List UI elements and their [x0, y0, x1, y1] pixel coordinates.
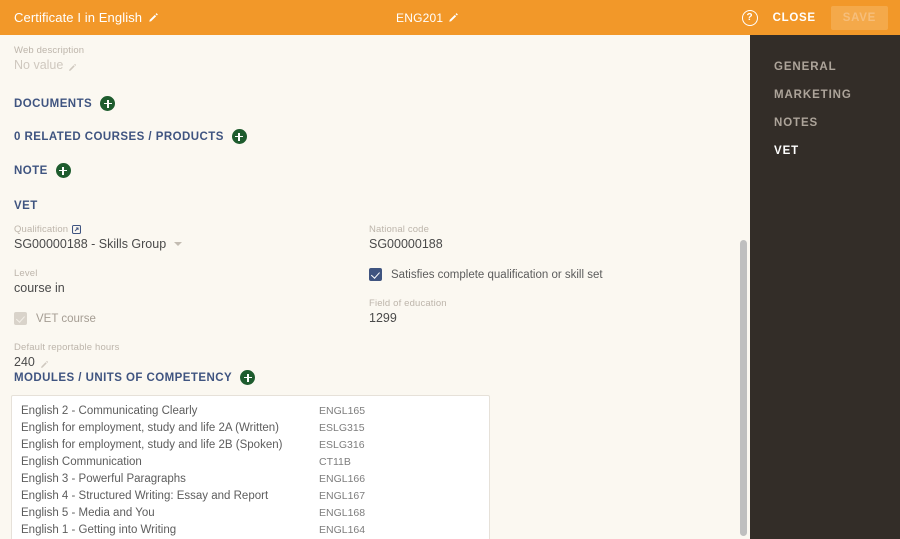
modules-heading: MODULES / UNITS OF COMPETENCY	[14, 371, 233, 384]
module-code: ENGL166	[319, 472, 366, 485]
module-name: English 5 - Media and You	[21, 506, 155, 519]
web-description-value-row[interactable]: No value	[14, 58, 750, 72]
module-name: English 1 - Getting into Writing	[21, 523, 177, 536]
course-code-group[interactable]: ENG201	[396, 11, 459, 25]
field-of-education-value: 1299	[369, 311, 397, 325]
default-reportable-hours-label: Default reportable hours	[14, 342, 120, 353]
vet-heading: VET	[14, 200, 38, 212]
page-title: Certificate I in English	[14, 10, 143, 25]
satisfies-qualification-checkbox[interactable]	[369, 268, 382, 281]
qualification-field[interactable]: Qualification SG00000188 - Skills Group	[14, 224, 354, 251]
level-field[interactable]: Level course in	[14, 268, 354, 295]
related-courses-heading: 0 RELATED COURSES / PRODUCTS	[14, 130, 224, 143]
course-code: ENG201	[396, 10, 444, 25]
vet-section-header: VET	[0, 200, 750, 212]
vet-fields-grid: Qualification SG00000188 - Skills Group	[0, 224, 750, 369]
national-code-field[interactable]: National code SG00000188	[369, 224, 709, 251]
national-code-value: SG00000188	[369, 237, 443, 251]
external-link-icon[interactable]	[72, 225, 82, 234]
add-document-button[interactable]	[100, 96, 116, 111]
web-description-label: Web description	[14, 45, 85, 56]
qualification-value: SG00000188 - Skills Group	[14, 237, 167, 251]
note-heading: NOTE	[14, 164, 48, 177]
module-code: ENGL167	[319, 489, 366, 502]
default-reportable-hours-value-row[interactable]: 240	[14, 355, 354, 369]
module-code: CT11B	[319, 455, 351, 468]
module-name: English 3 - Powerful Paragraphs	[21, 472, 186, 485]
edit-pencil-icon[interactable]	[448, 12, 459, 23]
header-actions: ? CLOSE SAVE	[741, 5, 888, 30]
vet-course-label: VET course	[36, 312, 96, 325]
module-code: ENGL164	[319, 523, 366, 536]
add-module-button[interactable]	[240, 370, 256, 385]
vet-left-column: Qualification SG00000188 - Skills Group	[14, 224, 354, 369]
edit-pencil-icon[interactable]	[148, 12, 159, 23]
sidebar-item-marketing[interactable]: MARKETING	[750, 81, 900, 109]
level-value: course in	[14, 281, 65, 295]
national-code-label: National code	[369, 224, 430, 235]
list-item[interactable]: English 3 - Powerful Paragraphs ENGL166	[12, 470, 489, 487]
web-description-field[interactable]: Web description No value	[0, 45, 750, 72]
module-name: English for employment, study and life 2…	[21, 438, 283, 451]
edit-pencil-icon[interactable]	[68, 61, 77, 71]
add-note-button[interactable]	[55, 163, 71, 178]
qualification-label-row: Qualification	[14, 224, 354, 235]
edit-pencil-icon[interactable]	[40, 358, 49, 368]
related-courses-section-header: 0 RELATED COURSES / PRODUCTS	[0, 129, 750, 144]
save-button[interactable]: SAVE	[830, 5, 888, 30]
documents-section-header: DOCUMENTS	[0, 96, 750, 111]
modules-section-header: MODULES / UNITS OF COMPETENCY	[0, 370, 750, 385]
module-name: English Communication	[21, 455, 142, 468]
list-item[interactable]: English 2 - Communicating Clearly ENGL16…	[12, 402, 489, 419]
field-of-education-label: Field of education	[369, 298, 447, 309]
modules-list-panel: English 2 - Communicating Clearly ENGL16…	[11, 395, 490, 539]
module-name: English 2 - Communicating Clearly	[21, 404, 198, 417]
qualification-label: Qualification	[14, 224, 69, 235]
help-icon[interactable]: ?	[741, 9, 758, 26]
chevron-down-icon[interactable]	[174, 242, 183, 246]
level-label: Level	[14, 268, 38, 279]
field-of-education-field[interactable]: Field of education 1299	[369, 298, 709, 325]
course-title-group[interactable]: Certificate I in English	[14, 10, 159, 25]
course-edit-window: Certificate I in English ENG201 ? CLOSE …	[0, 0, 900, 539]
add-related-course-button[interactable]	[231, 129, 247, 144]
web-description-value: No value	[14, 58, 64, 72]
list-item[interactable]: English for employment, study and life 2…	[12, 419, 489, 436]
module-name: English for employment, study and life 2…	[21, 421, 280, 434]
qualification-value-row[interactable]: SG00000188 - Skills Group	[14, 237, 354, 251]
content-scroll-area: Web description No value DOCUMENTS 0 REL…	[0, 35, 750, 539]
documents-heading: DOCUMENTS	[14, 97, 93, 110]
module-code: ENGL165	[319, 404, 366, 417]
vet-right-column: National code SG00000188 Satisfies compl…	[369, 224, 709, 325]
sidebar-item-notes[interactable]: NOTES	[750, 109, 900, 137]
content-scrollbar-thumb[interactable]	[740, 240, 747, 536]
sidebar-item-general[interactable]: GENERAL	[750, 53, 900, 81]
list-item[interactable]: English Communication CT11B	[12, 453, 489, 470]
list-item[interactable]: English for employment, study and life 2…	[12, 436, 489, 453]
sidebar-item-vet[interactable]: VET	[750, 137, 900, 165]
list-item[interactable]: English 5 - Media and You ENGL168	[12, 504, 489, 521]
module-code: ENGL168	[319, 506, 366, 519]
satisfies-qualification-label: Satisfies complete qualification or skil…	[391, 268, 603, 281]
module-code: ESLG316	[319, 438, 365, 451]
list-item[interactable]: English 1 - Getting into Writing ENGL164	[12, 521, 489, 538]
list-item[interactable]: English 4 - Structured Writing: Essay an…	[12, 487, 489, 504]
content-scrollbar-track[interactable]	[737, 35, 750, 539]
default-reportable-hours-value: 240	[14, 355, 35, 369]
note-section-header: NOTE	[0, 163, 750, 178]
default-reportable-hours-field[interactable]: Default reportable hours 240	[14, 342, 354, 369]
vet-course-checkbox	[14, 312, 27, 325]
section-nav-sidebar: GENERAL MARKETING NOTES VET	[750, 35, 900, 539]
module-code: ESLG315	[319, 421, 365, 434]
module-name: English 4 - Structured Writing: Essay an…	[21, 489, 269, 502]
close-button[interactable]: CLOSE	[771, 8, 818, 28]
app-header: Certificate I in English ENG201 ? CLOSE …	[0, 0, 900, 35]
vet-course-checkbox-row: VET course	[14, 312, 354, 325]
satisfies-qualification-checkbox-row[interactable]: Satisfies complete qualification or skil…	[369, 268, 709, 281]
